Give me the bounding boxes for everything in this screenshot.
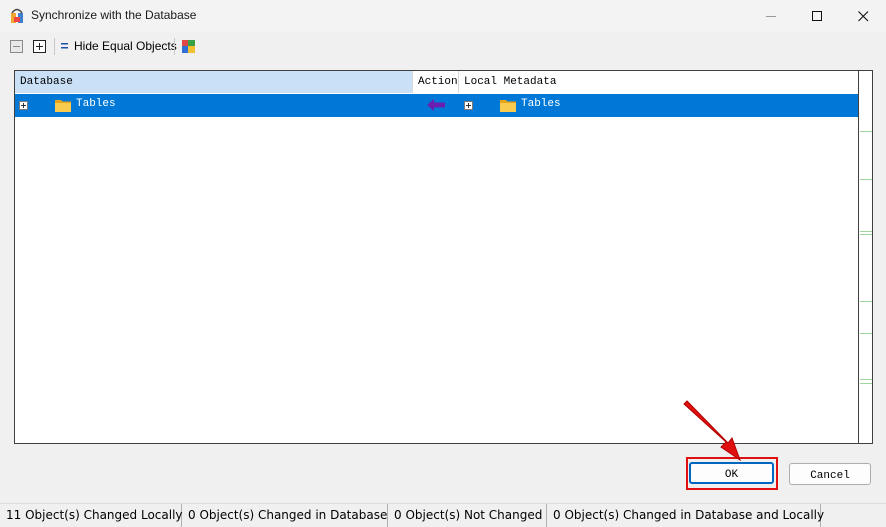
status-bar: 11 Object(s) Changed Locally 0 Object(s)… (0, 503, 886, 527)
title-bar: Synchronize with the Database (0, 0, 886, 32)
expand-all-button[interactable] (33, 38, 46, 54)
expand-local-node[interactable] (464, 101, 473, 110)
minus-box-icon (10, 39, 23, 53)
diff-marker (860, 231, 872, 232)
hide-equal-objects-label: Hide Equal Objects (74, 39, 177, 53)
column-header-database[interactable]: Database (15, 71, 413, 93)
diff-marker (860, 333, 872, 334)
status-changed-both: 0 Object(s) Changed in Database and Loca… (547, 504, 824, 527)
cancel-button[interactable]: Cancel (789, 463, 871, 485)
folder-icon (55, 100, 71, 112)
diff-marker (860, 301, 872, 302)
maximize-icon (811, 10, 822, 21)
column-header-action[interactable]: Action (413, 71, 459, 93)
toolbar-separator (174, 38, 175, 55)
diff-marker (860, 131, 872, 132)
toolbar-separator (54, 38, 55, 55)
tree-row-tables[interactable]: Tables Tables (15, 94, 858, 117)
minimize-button[interactable] (748, 0, 794, 32)
expand-database-node[interactable] (19, 101, 28, 110)
status-changed-locally: 11 Object(s) Changed Locally (0, 504, 183, 527)
column-header-local-metadata[interactable]: Local Metadata (459, 71, 858, 93)
folder-icon (500, 100, 516, 112)
close-button[interactable] (840, 0, 886, 32)
status-not-changed: 0 Object(s) Not Changed (388, 504, 547, 527)
overview-strip[interactable] (859, 70, 873, 444)
equal-icon (61, 43, 68, 49)
diff-marker (860, 179, 872, 180)
maximize-button[interactable] (794, 0, 840, 32)
close-icon (857, 10, 868, 21)
minimize-icon (765, 15, 776, 17)
diff-marker (860, 383, 872, 384)
database-node-label: Tables (76, 98, 116, 110)
annotation-arrow-icon (683, 400, 742, 462)
plus-box-icon (33, 39, 46, 53)
diff-marker (860, 379, 872, 380)
colors-button[interactable] (182, 38, 195, 54)
color-palette-icon (182, 39, 195, 53)
arrow-left-icon[interactable] (427, 99, 445, 111)
sync-grid[interactable]: Database Action Local Metadata Tables Ta… (14, 70, 859, 444)
hide-equal-objects-button[interactable]: Hide Equal Objects (60, 38, 177, 54)
app-icon (11, 8, 23, 23)
local-node-label: Tables (521, 98, 561, 110)
status-changed-database: 0 Object(s) Changed in Database (182, 504, 388, 527)
collapse-all-button[interactable] (10, 38, 23, 54)
window-title: Synchronize with the Database (31, 8, 197, 22)
toolbar: Hide Equal Objects (0, 32, 886, 60)
diff-marker (860, 234, 872, 235)
